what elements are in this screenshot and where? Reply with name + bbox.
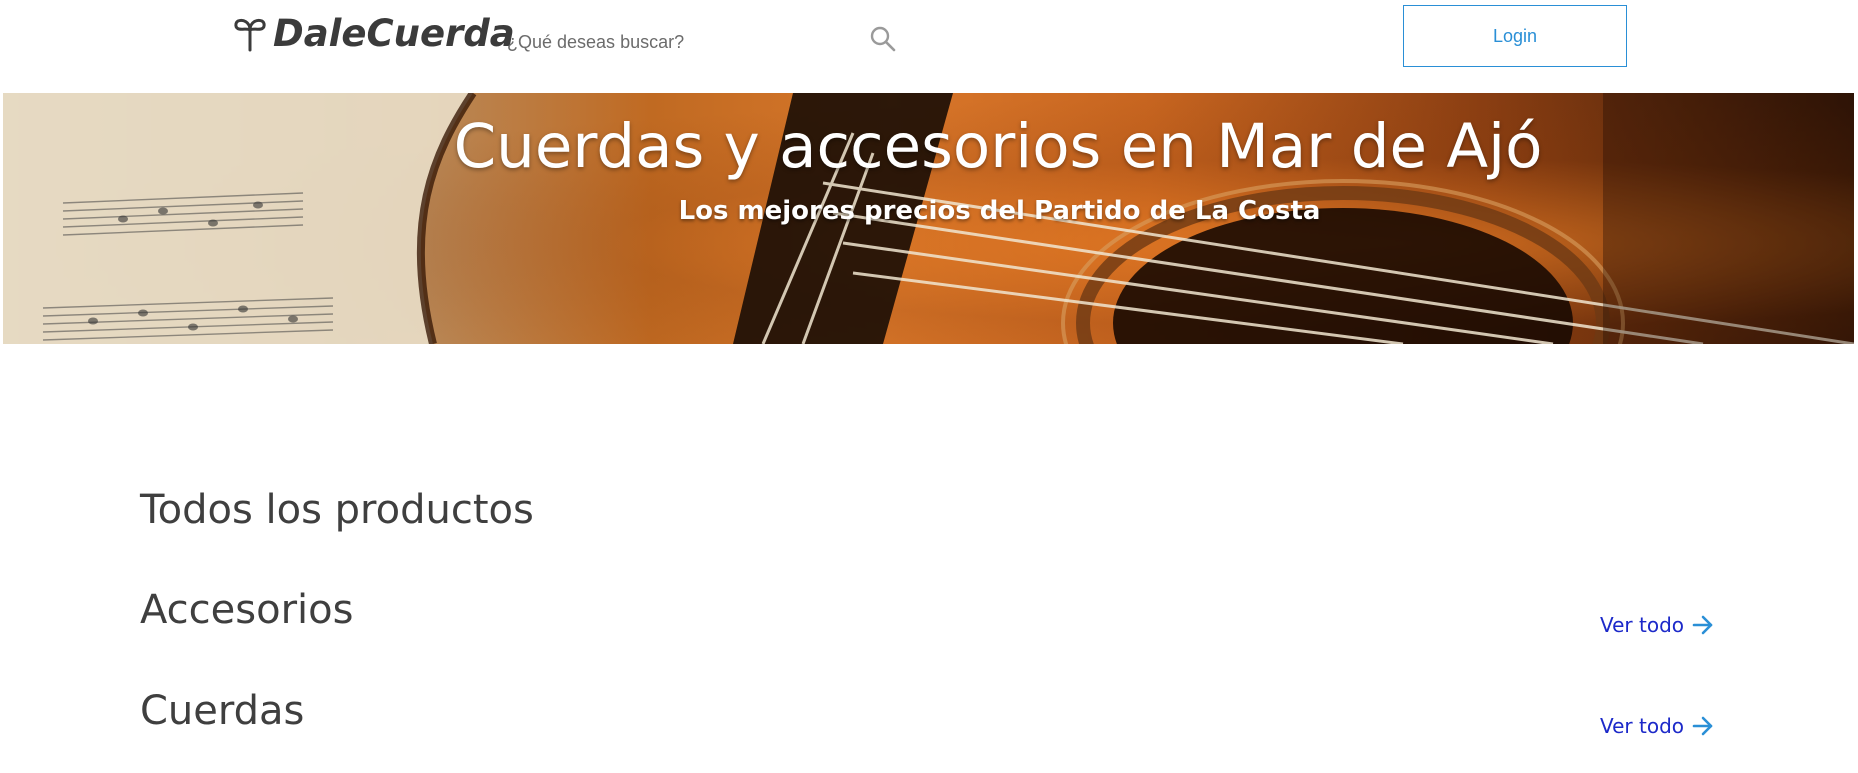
arrow-right-icon [1692,615,1713,635]
hero-title: Cuerdas y accesorios en Mar de Ajó [453,111,1543,182]
all-products-title: Todos los productos [140,487,534,533]
logo[interactable]: DaleCuerda [233,12,515,55]
hero-banner: Cuerdas y accesorios en Mar de Ajó Los m… [3,93,1854,344]
arrow-right-icon [1692,716,1713,736]
category-title-accesorios: Accesorios [140,587,354,633]
search-icon[interactable] [868,24,898,54]
search-bar [505,18,905,66]
logo-text: DaleCuerda [273,12,515,55]
ver-todo-cuerdas-link[interactable]: Ver todo [1600,714,1714,738]
hero-subtitle: Los mejores precios del Partido de La Co… [678,196,1321,226]
login-button[interactable]: Login [1403,5,1627,67]
search-input[interactable] [505,24,849,60]
ver-todo-label: Ver todo [1600,613,1685,637]
logo-sprout-icon [234,18,266,51]
ver-todo-accesorios-link[interactable]: Ver todo [1600,613,1714,637]
ver-todo-label: Ver todo [1600,714,1685,738]
site-header: DaleCuerda Login [0,0,1858,93]
category-title-cuerdas: Cuerdas [140,688,305,734]
